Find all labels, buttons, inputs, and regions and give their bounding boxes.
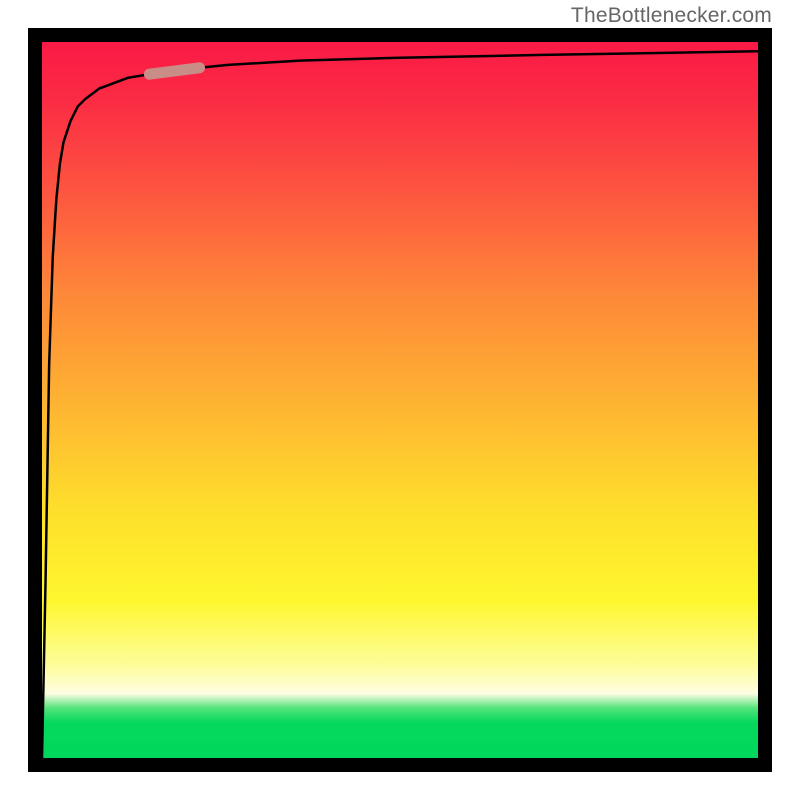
plot-frame (28, 28, 772, 772)
main-curve (42, 51, 758, 758)
plot-area (42, 42, 758, 758)
bottleneck-chart: TheBottlenecker.com (0, 0, 800, 800)
watermark-text: TheBottlenecker.com (571, 4, 772, 28)
curve-layer (42, 42, 758, 758)
highlight-segment (149, 68, 199, 74)
